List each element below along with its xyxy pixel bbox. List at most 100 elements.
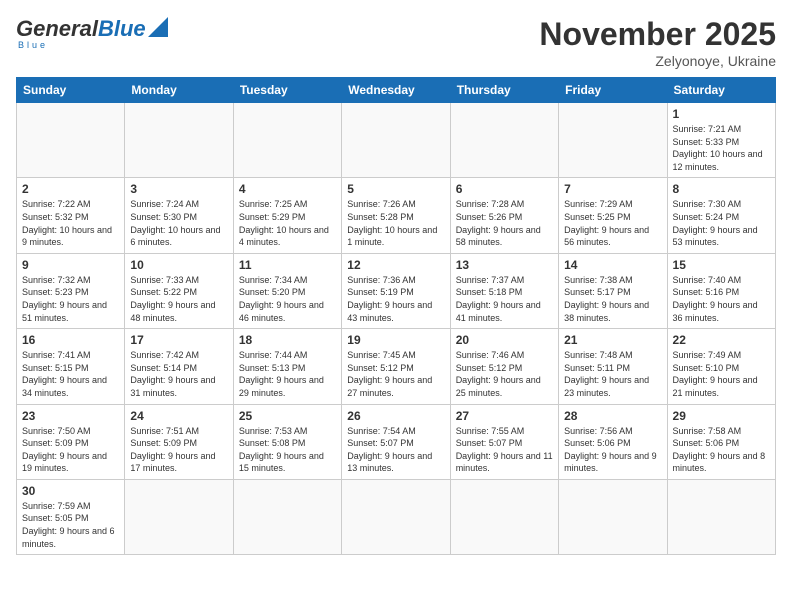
day-number: 28 (564, 409, 661, 423)
page-header: General Blue Blue November 2025 Zelyonoy… (16, 16, 776, 69)
day-number: 20 (456, 333, 553, 347)
day-number: 10 (130, 258, 227, 272)
calendar-table: SundayMondayTuesdayWednesdayThursdayFrid… (16, 77, 776, 555)
calendar-cell (450, 479, 558, 554)
day-info: Sunrise: 7:21 AM Sunset: 5:33 PM Dayligh… (673, 123, 770, 173)
calendar-cell: 7 Sunrise: 7:29 AM Sunset: 5:25 PM Daylig… (559, 178, 667, 253)
calendar-cell: 22 Sunrise: 7:49 AM Sunset: 5:10 PM Dayli… (667, 329, 775, 404)
day-info: Sunrise: 7:29 AM Sunset: 5:25 PM Dayligh… (564, 198, 661, 248)
day-info: Sunrise: 7:36 AM Sunset: 5:19 PM Dayligh… (347, 274, 444, 324)
day-info: Sunrise: 7:24 AM Sunset: 5:30 PM Dayligh… (130, 198, 227, 248)
day-number: 2 (22, 182, 119, 196)
calendar-cell: 1Sunrise: 7:21 AM Sunset: 5:33 PM Daylig… (667, 103, 775, 178)
calendar-cell: 17 Sunrise: 7:42 AM Sunset: 5:14 PM Dayli… (125, 329, 233, 404)
logo: General Blue Blue (16, 16, 168, 50)
day-number: 6 (456, 182, 553, 196)
day-info: Sunrise: 7:48 AM Sunset: 5:11 PM Dayligh… (564, 349, 661, 399)
day-number: 7 (564, 182, 661, 196)
calendar-cell (559, 103, 667, 178)
day-info: Sunrise: 7:58 AM Sunset: 5:06 PM Dayligh… (673, 425, 770, 475)
day-info: Sunrise: 7:53 AM Sunset: 5:08 PM Dayligh… (239, 425, 336, 475)
calendar-cell: 6 Sunrise: 7:28 AM Sunset: 5:26 PM Daylig… (450, 178, 558, 253)
weekday-header-wednesday: Wednesday (342, 78, 450, 103)
calendar-cell: 25 Sunrise: 7:53 AM Sunset: 5:08 PM Dayli… (233, 404, 341, 479)
day-info: Sunrise: 7:49 AM Sunset: 5:10 PM Dayligh… (673, 349, 770, 399)
weekday-header-monday: Monday (125, 78, 233, 103)
title-block: November 2025 Zelyonoye, Ukraine (539, 16, 776, 69)
day-info: Sunrise: 7:25 AM Sunset: 5:29 PM Dayligh… (239, 198, 336, 248)
calendar-cell: 18Sunrise: 7:44 AM Sunset: 5:13 PM Dayli… (233, 329, 341, 404)
calendar-cell: 29Sunrise: 7:58 AM Sunset: 5:06 PM Dayli… (667, 404, 775, 479)
calendar-cell (342, 479, 450, 554)
day-info: Sunrise: 7:38 AM Sunset: 5:17 PM Dayligh… (564, 274, 661, 324)
calendar-cell: 27 Sunrise: 7:55 AM Sunset: 5:07 PM Dayli… (450, 404, 558, 479)
day-info: Sunrise: 7:42 AM Sunset: 5:14 PM Dayligh… (130, 349, 227, 399)
weekday-header-row: SundayMondayTuesdayWednesdayThursdayFrid… (17, 78, 776, 103)
day-number: 12 (347, 258, 444, 272)
day-info: Sunrise: 7:44 AM Sunset: 5:13 PM Dayligh… (239, 349, 336, 399)
calendar-cell: 13Sunrise: 7:37 AM Sunset: 5:18 PM Dayli… (450, 253, 558, 328)
logo-general-text: General (16, 16, 98, 42)
weekday-header-sunday: Sunday (17, 78, 125, 103)
calendar-cell: 5 Sunrise: 7:26 AM Sunset: 5:28 PM Daylig… (342, 178, 450, 253)
day-info: Sunrise: 7:46 AM Sunset: 5:12 PM Dayligh… (456, 349, 553, 399)
calendar-cell: 30Sunrise: 7:59 AM Sunset: 5:05 PM Dayli… (17, 479, 125, 554)
calendar-cell: 21 Sunrise: 7:48 AM Sunset: 5:11 PM Dayli… (559, 329, 667, 404)
calendar-cell: 2Sunrise: 7:22 AM Sunset: 5:32 PM Daylig… (17, 178, 125, 253)
calendar-cell (342, 103, 450, 178)
day-number: 27 (456, 409, 553, 423)
day-number: 22 (673, 333, 770, 347)
day-info: Sunrise: 7:40 AM Sunset: 5:16 PM Dayligh… (673, 274, 770, 324)
day-info: Sunrise: 7:45 AM Sunset: 5:12 PM Dayligh… (347, 349, 444, 399)
calendar-cell (667, 479, 775, 554)
calendar-week-4: 16Sunrise: 7:41 AM Sunset: 5:15 PM Dayli… (17, 329, 776, 404)
calendar-cell: 10 Sunrise: 7:33 AM Sunset: 5:22 PM Dayli… (125, 253, 233, 328)
day-info: Sunrise: 7:28 AM Sunset: 5:26 PM Dayligh… (456, 198, 553, 248)
calendar-cell: 8 Sunrise: 7:30 AM Sunset: 5:24 PM Daylig… (667, 178, 775, 253)
calendar-week-1: 1Sunrise: 7:21 AM Sunset: 5:33 PM Daylig… (17, 103, 776, 178)
day-number: 26 (347, 409, 444, 423)
calendar-cell (559, 479, 667, 554)
calendar-week-3: 9Sunrise: 7:32 AM Sunset: 5:23 PM Daylig… (17, 253, 776, 328)
day-info: Sunrise: 7:54 AM Sunset: 5:07 PM Dayligh… (347, 425, 444, 475)
day-number: 5 (347, 182, 444, 196)
calendar-cell: 19Sunrise: 7:45 AM Sunset: 5:12 PM Dayli… (342, 329, 450, 404)
calendar-cell: 16Sunrise: 7:41 AM Sunset: 5:15 PM Dayli… (17, 329, 125, 404)
calendar-cell (233, 479, 341, 554)
calendar-cell: 15 Sunrise: 7:40 AM Sunset: 5:16 PM Dayli… (667, 253, 775, 328)
day-number: 21 (564, 333, 661, 347)
day-info: Sunrise: 7:56 AM Sunset: 5:06 PM Dayligh… (564, 425, 661, 475)
calendar-cell: 3 Sunrise: 7:24 AM Sunset: 5:30 PM Daylig… (125, 178, 233, 253)
logo-blue-text: Blue (98, 16, 146, 42)
day-info: Sunrise: 7:50 AM Sunset: 5:09 PM Dayligh… (22, 425, 119, 475)
day-info: Sunrise: 7:55 AM Sunset: 5:07 PM Dayligh… (456, 425, 553, 475)
day-number: 24 (130, 409, 227, 423)
calendar-cell (125, 479, 233, 554)
calendar-cell (17, 103, 125, 178)
day-number: 14 (564, 258, 661, 272)
day-number: 8 (673, 182, 770, 196)
calendar-cell: 9Sunrise: 7:32 AM Sunset: 5:23 PM Daylig… (17, 253, 125, 328)
day-info: Sunrise: 7:33 AM Sunset: 5:22 PM Dayligh… (130, 274, 227, 324)
day-number: 15 (673, 258, 770, 272)
calendar-cell (233, 103, 341, 178)
logo-triangle-icon (148, 17, 168, 37)
day-info: Sunrise: 7:37 AM Sunset: 5:18 PM Dayligh… (456, 274, 553, 324)
location: Zelyonoye, Ukraine (539, 53, 776, 69)
day-info: Sunrise: 7:32 AM Sunset: 5:23 PM Dayligh… (22, 274, 119, 324)
calendar-cell: 12 Sunrise: 7:36 AM Sunset: 5:19 PM Dayli… (342, 253, 450, 328)
weekday-header-tuesday: Tuesday (233, 78, 341, 103)
calendar-week-5: 23Sunrise: 7:50 AM Sunset: 5:09 PM Dayli… (17, 404, 776, 479)
day-number: 25 (239, 409, 336, 423)
calendar-week-2: 2Sunrise: 7:22 AM Sunset: 5:32 PM Daylig… (17, 178, 776, 253)
day-number: 17 (130, 333, 227, 347)
day-number: 3 (130, 182, 227, 196)
day-info: Sunrise: 7:30 AM Sunset: 5:24 PM Dayligh… (673, 198, 770, 248)
calendar-cell: 26 Sunrise: 7:54 AM Sunset: 5:07 PM Dayli… (342, 404, 450, 479)
day-info: Sunrise: 7:26 AM Sunset: 5:28 PM Dayligh… (347, 198, 444, 248)
day-info: Sunrise: 7:41 AM Sunset: 5:15 PM Dayligh… (22, 349, 119, 399)
calendar-cell: 28 Sunrise: 7:56 AM Sunset: 5:06 PM Dayli… (559, 404, 667, 479)
calendar-cell (450, 103, 558, 178)
calendar-cell: 4Sunrise: 7:25 AM Sunset: 5:29 PM Daylig… (233, 178, 341, 253)
weekday-header-thursday: Thursday (450, 78, 558, 103)
